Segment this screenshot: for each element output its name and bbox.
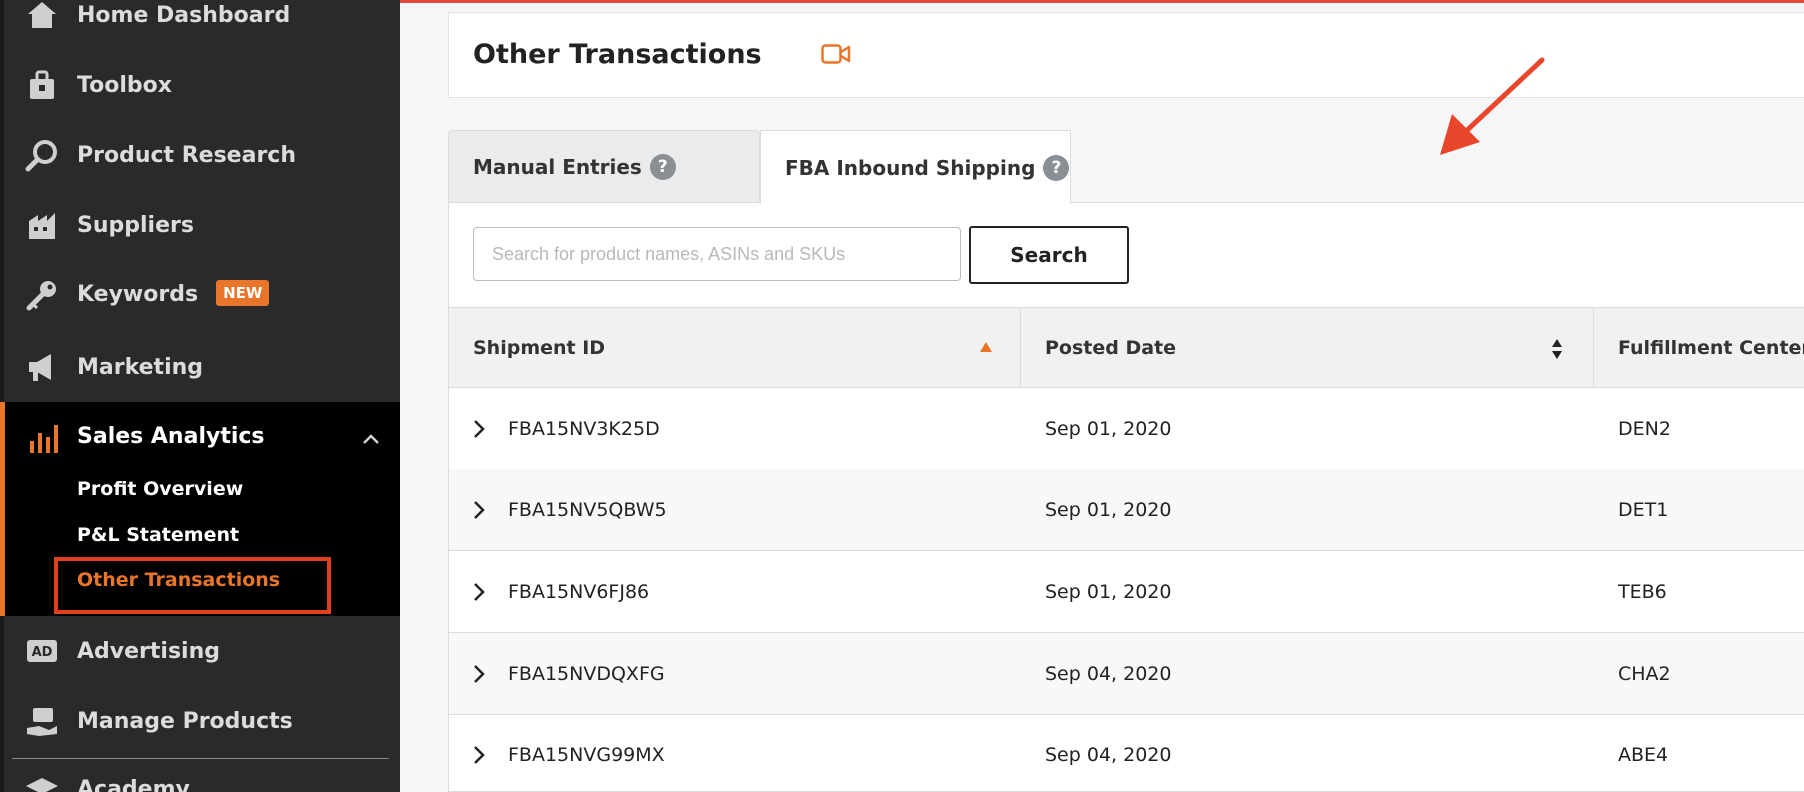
sidebar-subitem-pl-statement[interactable]: P&L Statement bbox=[77, 524, 239, 546]
column-header-posted-date[interactable]: Posted Date bbox=[1021, 308, 1594, 388]
chevron-right-icon[interactable] bbox=[473, 582, 485, 607]
magnifier-icon bbox=[25, 138, 59, 172]
sidebar-item-toolbox[interactable]: Toolbox bbox=[0, 50, 400, 120]
sidebar-item-label: Manage Products bbox=[77, 708, 293, 734]
tab-fba-inbound-shipping[interactable]: FBA Inbound Shipping ? bbox=[760, 130, 1071, 204]
top-accent-line bbox=[400, 0, 1804, 3]
posted-date: Sep 01, 2020 bbox=[1045, 417, 1172, 440]
toolbox-icon bbox=[25, 68, 59, 102]
video-camera-icon[interactable] bbox=[821, 43, 851, 69]
sidebar-item-label-wrap: Keywords NEW bbox=[77, 280, 270, 308]
sidebar-item-product-research[interactable]: Product Research bbox=[0, 120, 400, 190]
tab-manual-entries[interactable]: Manual Entries ? bbox=[448, 130, 760, 203]
posted-date: Sep 04, 2020 bbox=[1045, 743, 1172, 766]
sidebar-item-suppliers[interactable]: Suppliers bbox=[0, 190, 400, 260]
highlight-box bbox=[54, 557, 331, 614]
chevron-right-icon[interactable] bbox=[473, 745, 485, 770]
table-row[interactable]: FBA15NVG99MX Sep 04, 2020 ABE4 bbox=[449, 714, 1804, 792]
sidebar-item-sales-analytics[interactable]: Sales Analytics bbox=[77, 424, 265, 449]
sidebar-item-manage-products[interactable]: Manage Products bbox=[0, 686, 400, 756]
help-icon[interactable]: ? bbox=[649, 154, 676, 180]
hand-box-icon bbox=[25, 704, 59, 738]
column-header-fulfillment-center[interactable]: Fulfillment Center bbox=[1594, 308, 1804, 388]
svg-text:AD: AD bbox=[32, 645, 53, 660]
search-input[interactable] bbox=[473, 227, 961, 281]
home-icon bbox=[25, 0, 59, 32]
megaphone-icon bbox=[25, 350, 59, 384]
shipment-id: FBA15NV5QBW5 bbox=[508, 498, 667, 521]
sidebar-item-keywords[interactable]: Keywords NEW bbox=[0, 260, 400, 330]
column-label: Shipment ID bbox=[473, 337, 606, 359]
sidebar-item-label: Keywords bbox=[77, 282, 199, 307]
content-panel: Search Shipment ID Posted Date Fulfillme… bbox=[448, 202, 1804, 792]
sidebar-item-academy[interactable]: Academy bbox=[0, 754, 400, 792]
key-icon bbox=[25, 278, 59, 312]
sidebar-item-label: Home Dashboard bbox=[77, 2, 291, 28]
sidebar-item-label: Academy bbox=[77, 776, 190, 792]
sort-icon[interactable] bbox=[1551, 338, 1563, 365]
sidebar-item-home-dashboard[interactable]: Home Dashboard bbox=[0, 0, 400, 50]
fulfillment-center: DEN2 bbox=[1618, 417, 1671, 440]
table-row[interactable]: FBA15NV3K25D Sep 01, 2020 DEN2 bbox=[449, 388, 1804, 470]
tab-label: Manual Entries bbox=[473, 155, 642, 179]
fulfillment-center: CHA2 bbox=[1618, 662, 1671, 685]
sort-ascending-icon[interactable] bbox=[980, 342, 992, 352]
graduation-cap-icon bbox=[25, 772, 59, 792]
tab-label: FBA Inbound Shipping bbox=[785, 155, 1036, 180]
shipment-id: FBA15NVG99MX bbox=[508, 743, 665, 766]
tab-bar: Manual Entries ? FBA Inbound Shipping ? bbox=[448, 130, 1804, 204]
sidebar-item-label: Marketing bbox=[77, 354, 204, 380]
search-button[interactable]: Search bbox=[969, 226, 1129, 284]
main-content: Other Transactions Manual Entries ? FBA … bbox=[400, 0, 1804, 792]
fulfillment-center: TEB6 bbox=[1618, 580, 1667, 603]
help-icon[interactable]: ? bbox=[1043, 154, 1070, 181]
sidebar-item-advertising[interactable]: AD Advertising bbox=[0, 616, 400, 686]
table-row[interactable]: FBA15NVDQXFG Sep 04, 2020 CHA2 bbox=[449, 633, 1804, 715]
column-label: Fulfillment Center bbox=[1618, 337, 1804, 359]
column-label: Posted Date bbox=[1045, 337, 1177, 359]
chevron-up-icon[interactable] bbox=[362, 430, 380, 449]
column-header-shipment-id[interactable]: Shipment ID bbox=[449, 308, 1021, 388]
building-icon bbox=[25, 208, 59, 242]
fulfillment-center: DET1 bbox=[1618, 498, 1669, 521]
annotation-arrow bbox=[1440, 57, 1545, 155]
shipment-id: FBA15NVDQXFG bbox=[508, 662, 665, 685]
posted-date: Sep 04, 2020 bbox=[1045, 662, 1172, 685]
shipment-id: FBA15NV3K25D bbox=[508, 417, 660, 440]
new-badge: NEW bbox=[216, 280, 270, 306]
sidebar-section-sales-analytics: Sales Analytics Profit Overview P&L Stat… bbox=[0, 402, 400, 616]
bar-chart-icon bbox=[27, 421, 61, 459]
table-row[interactable]: FBA15NV5QBW5 Sep 01, 2020 DET1 bbox=[449, 469, 1804, 551]
sidebar-item-label: Toolbox bbox=[77, 72, 172, 98]
sidebar-item-marketing[interactable]: Marketing bbox=[0, 332, 400, 402]
posted-date: Sep 01, 2020 bbox=[1045, 498, 1172, 521]
shipment-id: FBA15NV6FJ86 bbox=[508, 580, 650, 603]
sidebar: Home Dashboard Toolbox Product Research … bbox=[0, 0, 400, 792]
page-header: Other Transactions bbox=[448, 12, 1804, 98]
chevron-right-icon[interactable] bbox=[473, 664, 485, 689]
sidebar-item-label: Advertising bbox=[77, 638, 220, 664]
sidebar-item-label: Product Research bbox=[77, 142, 296, 168]
table-row[interactable]: FBA15NV6FJ86 Sep 01, 2020 TEB6 bbox=[449, 551, 1804, 633]
table-header: Shipment ID Posted Date Fulfillment Cent… bbox=[449, 307, 1804, 388]
sidebar-subitem-profit-overview[interactable]: Profit Overview bbox=[77, 478, 243, 500]
chevron-right-icon[interactable] bbox=[473, 500, 485, 525]
sidebar-item-label: Suppliers bbox=[77, 212, 194, 238]
fulfillment-center: ABE4 bbox=[1618, 743, 1669, 766]
chevron-right-icon[interactable] bbox=[473, 419, 485, 444]
page-title: Other Transactions bbox=[473, 39, 762, 70]
posted-date: Sep 01, 2020 bbox=[1045, 580, 1172, 603]
ad-icon: AD bbox=[25, 634, 59, 668]
